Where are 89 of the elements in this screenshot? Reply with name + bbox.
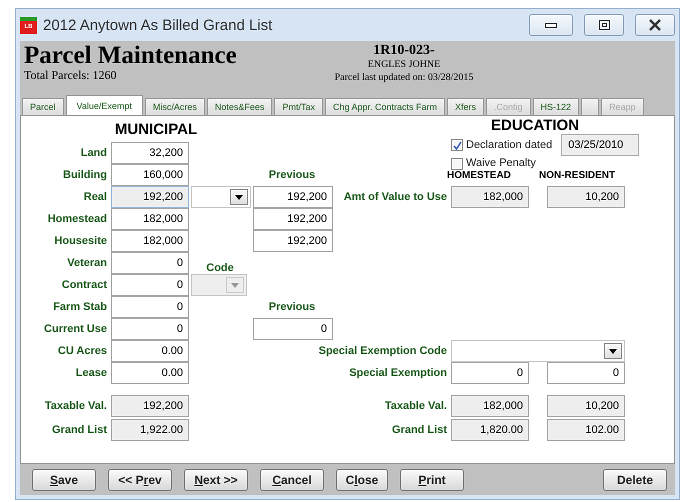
value-field[interactable]: 32,200 (111, 142, 189, 164)
field-label: Contract (62, 279, 108, 291)
value-field[interactable]: 0.00 (111, 362, 189, 384)
previous-field[interactable]: 192,200 (253, 186, 333, 208)
previous-field[interactable]: 192,200 (253, 208, 333, 230)
previous-field[interactable]: 192,200 (253, 230, 333, 252)
amount-field: 10,200 (547, 186, 625, 208)
field-label: Taxable Val. (384, 400, 448, 412)
value-field[interactable]: 192,200 (111, 186, 189, 208)
minimize-icon (545, 22, 557, 28)
last-updated: Parcel last updated on: 03/28/2015 (334, 71, 474, 84)
field-label: Housesite (54, 235, 108, 247)
owner-name: ENGLES JOHNE (368, 59, 440, 71)
caret-icon (231, 282, 239, 288)
checkbox-label: Declaration dated (466, 138, 552, 152)
column-header: HOMESTEAD (447, 170, 512, 181)
total-field: 10,200 (547, 395, 625, 417)
field-label: Current Use (44, 323, 108, 335)
total-field: 192,200 (111, 395, 189, 417)
amount-field: 182,000 (451, 186, 529, 208)
check-icon (452, 140, 462, 150)
total-field: 102.00 (547, 419, 625, 441)
checkbox[interactable] (451, 139, 463, 151)
field-label: Building (63, 169, 108, 181)
value-field[interactable]: 0 (111, 296, 189, 318)
window-title: 2012 Anytown As Billed Grand List (43, 16, 274, 34)
field-label: Real (84, 191, 108, 203)
close-icon (649, 19, 661, 31)
action-button[interactable]: Close (336, 468, 388, 490)
action-button[interactable]: Delete (603, 468, 667, 490)
value-field[interactable]: 0.00 (111, 340, 189, 362)
section-title: MUNICIPAL (114, 120, 198, 138)
field-label: Taxable Val. (44, 400, 108, 412)
section-title: EDUCATION (491, 117, 580, 134)
checkbox-label: Waive Penalty (466, 157, 536, 170)
value-field[interactable]: 182,000 (111, 208, 189, 230)
column-label: Code (206, 262, 235, 274)
field-label: Special Exemption Code (318, 345, 448, 357)
total-field: 1,820.00 (451, 419, 529, 441)
maximize-button[interactable] (584, 14, 624, 36)
field-label: Land (80, 147, 108, 159)
tab[interactable] (581, 98, 600, 115)
column-header: NON-RESIDENT (539, 170, 616, 181)
caret-icon (235, 194, 243, 200)
field-label: CU Acres (58, 345, 108, 357)
tab[interactable]: Chg Appr. Contracts Farm (324, 98, 445, 115)
field-label: Homestead (48, 213, 108, 225)
exemption-field[interactable]: 0 (451, 362, 529, 384)
field-label: Lease (76, 367, 108, 379)
caret-icon (609, 348, 617, 354)
action-button[interactable]: Save (32, 468, 96, 490)
field-label: Grand List (392, 424, 448, 436)
field-label: Special Exemption (349, 367, 448, 379)
maximize-icon (598, 20, 610, 30)
exemption-field[interactable]: 0 (547, 362, 625, 384)
checkbox[interactable] (451, 158, 463, 170)
field-label: Grand List (52, 424, 108, 436)
action-button[interactable]: << Prev (108, 468, 172, 490)
form-title: Parcel Maintenance (24, 43, 238, 69)
value-field[interactable]: 0 (111, 252, 189, 274)
total-parcels: Total Parcels: 1260 (24, 69, 118, 81)
action-button[interactable]: Cancel (260, 468, 324, 490)
exemption-code-dropdown[interactable] (451, 340, 625, 362)
previous-field[interactable]: 0 (253, 318, 333, 340)
value-field[interactable]: 0 (111, 274, 189, 296)
action-button[interactable]: Print (400, 468, 464, 490)
tab[interactable]: Notes&Fees (206, 98, 272, 115)
tab[interactable]: Misc/Acres (144, 98, 205, 115)
parcel-id: 1R10-023- (373, 43, 435, 59)
tab[interactable]: Parcel (22, 98, 64, 115)
minimize-button[interactable] (529, 14, 573, 36)
tab[interactable]: HS-122 (532, 98, 580, 115)
tab[interactable]: Value/Exempt (66, 95, 143, 115)
tab[interactable]: Xfers (447, 98, 484, 115)
value-field[interactable]: 160,000 (111, 164, 189, 186)
value-field[interactable]: 0 (111, 318, 189, 340)
tab[interactable]: Pmt/Tax (274, 98, 323, 115)
total-field: 182,000 (451, 395, 529, 417)
field-label: Amt of Value to Use (344, 191, 448, 203)
value-field[interactable]: 182,000 (111, 230, 189, 252)
field-label: Veteran (67, 257, 108, 269)
dropdown[interactable] (191, 186, 251, 208)
action-button[interactable]: Next >> (184, 468, 248, 490)
column-label: Previous (268, 301, 316, 313)
total-field: 1,922.00 (111, 419, 189, 441)
field-label: Farm Stab (53, 301, 108, 313)
date-field[interactable]: 03/25/2010 (561, 134, 640, 156)
close-button[interactable] (635, 14, 675, 36)
column-label: Previous (268, 169, 316, 181)
